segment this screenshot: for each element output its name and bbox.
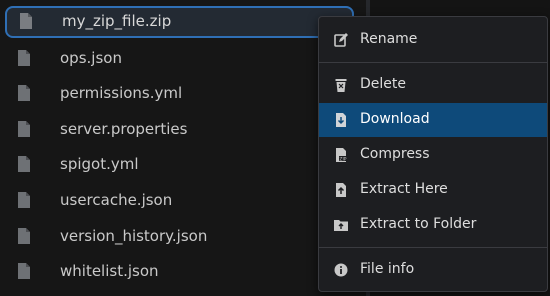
menu-item-label: Download [360,111,430,127]
svg-text:ZIP: ZIP [339,156,346,162]
menu-item-label: Delete [360,76,406,92]
file-name: ops.json [60,49,122,67]
menu-divider [319,247,547,248]
file-icon [18,85,30,101]
menu-item-label: Extract Here [360,181,448,197]
file-row-whitelist-json[interactable]: whitelist.json [4,256,354,288]
file-context-menu: Rename Delete Download ZIP Compress Extr… [318,16,548,292]
menu-item-label: File info [360,261,415,277]
file-icon [18,121,30,137]
file-icon [18,192,30,208]
file-icon [18,263,30,279]
file-icon [18,50,30,66]
file-name: usercache.json [60,191,173,209]
zip-file-icon: ZIP [336,148,347,162]
file-name: version_history.json [60,227,208,245]
file-row-ops-json[interactable]: ops.json [4,43,354,75]
menu-item-file-info[interactable]: File info [319,253,547,287]
pencil-icon [334,33,348,47]
file-row-my-zip-file[interactable]: my_zip_file.zip [5,6,354,38]
file-row-permissions-yml[interactable]: permissions.yml [4,78,354,110]
file-name: permissions.yml [60,84,183,102]
menu-divider [319,62,547,63]
file-name: server.properties [60,120,188,138]
menu-item-extract-here[interactable]: Extract Here [319,173,547,207]
file-icon [18,228,30,244]
file-row-server-properties[interactable]: server.properties [4,114,354,146]
menu-item-label: Compress [360,146,430,162]
file-row-usercache-json[interactable]: usercache.json [4,185,354,217]
info-icon [334,263,348,277]
menu-item-download[interactable]: Download [319,103,547,137]
download-file-icon [336,113,346,127]
menu-item-label: Rename [360,31,418,47]
file-list: my_zip_file.zip ops.json permissions.yml… [0,0,370,296]
menu-item-compress[interactable]: ZIP Compress [319,138,547,172]
file-icon [20,13,32,29]
file-name: spigot.yml [60,155,139,173]
menu-item-delete[interactable]: Delete [319,68,547,102]
folder-upload-icon [334,220,348,231]
file-row-spigot-yml[interactable]: spigot.yml [4,149,354,181]
extract-file-icon [336,183,346,197]
file-row-version-history-json[interactable]: version_history.json [4,221,354,253]
menu-item-rename[interactable]: Rename [319,23,547,57]
menu-item-extract-to-folder[interactable]: Extract to Folder [319,208,547,242]
file-name: my_zip_file.zip [62,12,172,30]
menu-item-label: Extract to Folder [360,216,477,232]
trash-icon [335,79,347,92]
file-icon [18,156,30,172]
file-name: whitelist.json [60,262,159,280]
